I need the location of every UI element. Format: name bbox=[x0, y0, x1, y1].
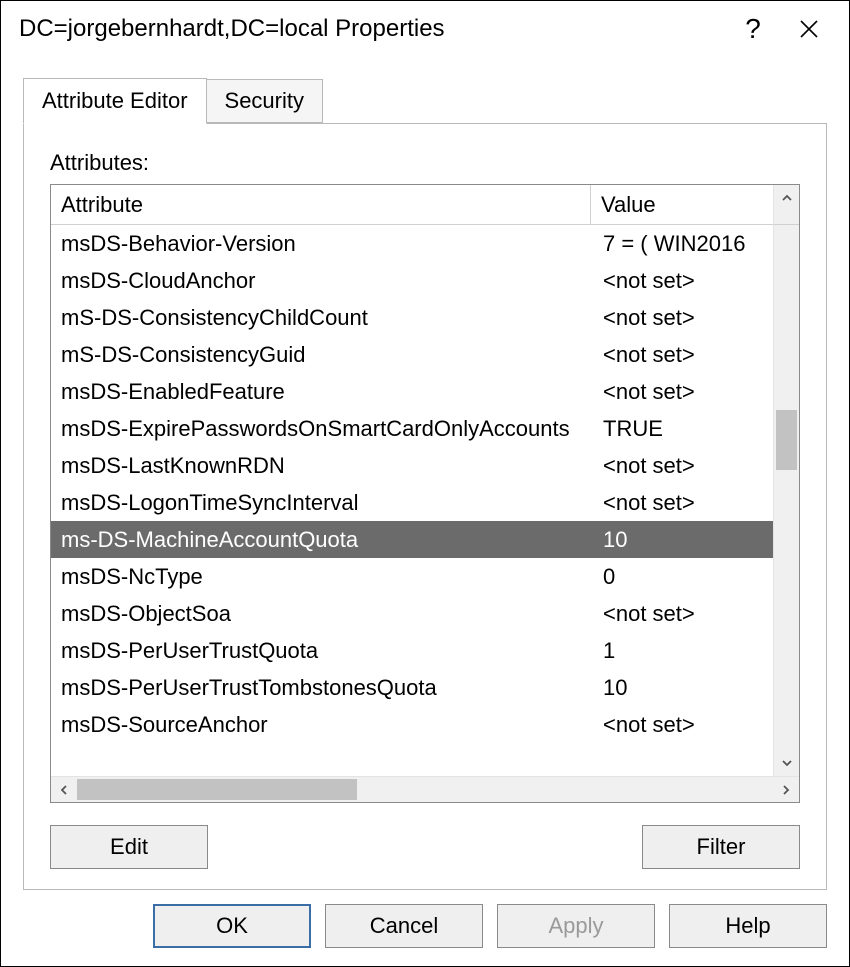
list-header: Attribute Value bbox=[51, 185, 799, 225]
cell-value: <not set> bbox=[597, 490, 773, 516]
list-body: msDS-Behavior-Version7 = ( WIN2016msDS-C… bbox=[51, 225, 773, 776]
dialog-button-row: OK Cancel Apply Help bbox=[1, 890, 849, 966]
table-row[interactable]: mS-DS-ConsistencyChildCount<not set> bbox=[51, 299, 773, 336]
chevron-right-icon bbox=[780, 784, 792, 796]
column-header-attribute[interactable]: Attribute bbox=[51, 185, 591, 225]
cell-attribute: msDS-LogonTimeSyncInterval bbox=[51, 490, 597, 516]
table-row[interactable]: msDS-PerUserTrustQuota1 bbox=[51, 632, 773, 669]
table-row[interactable]: msDS-EnabledFeature<not set> bbox=[51, 373, 773, 410]
tab-security[interactable]: Security bbox=[206, 79, 323, 123]
tabstrip: Attribute Editor Security bbox=[23, 79, 827, 123]
scroll-left-button[interactable] bbox=[51, 777, 77, 802]
apply-button[interactable]: Apply bbox=[497, 904, 655, 948]
tab-label: Security bbox=[225, 88, 304, 114]
cell-value: <not set> bbox=[597, 268, 773, 294]
ok-button[interactable]: OK bbox=[153, 904, 311, 948]
cell-attribute: msDS-PerUserTrustTombstonesQuota bbox=[51, 675, 597, 701]
cell-attribute: msDS-EnabledFeature bbox=[51, 379, 597, 405]
button-label: OK bbox=[216, 913, 248, 939]
cell-value: <not set> bbox=[597, 601, 773, 627]
table-row[interactable]: msDS-PerUserTrustTombstonesQuota10 bbox=[51, 669, 773, 706]
cell-attribute: msDS-CloudAnchor bbox=[51, 268, 597, 294]
cell-value: <not set> bbox=[597, 379, 773, 405]
cancel-button[interactable]: Cancel bbox=[325, 904, 483, 948]
attributes-label: Attributes: bbox=[50, 150, 800, 176]
hscroll-track[interactable] bbox=[77, 777, 773, 802]
table-row[interactable]: msDS-ObjectSoa<not set> bbox=[51, 595, 773, 632]
cell-attribute: msDS-ObjectSoa bbox=[51, 601, 597, 627]
table-row[interactable]: msDS-ExpirePasswordsOnSmartCardOnlyAccou… bbox=[51, 410, 773, 447]
table-row[interactable]: mS-DS-ConsistencyGuid<not set> bbox=[51, 336, 773, 373]
table-row[interactable]: msDS-LastKnownRDN<not set> bbox=[51, 447, 773, 484]
window-title: DC=jorgebernhardt,DC=local Properties bbox=[19, 15, 725, 43]
hscroll-thumb[interactable] bbox=[77, 779, 357, 800]
table-row[interactable]: msDS-CloudAnchor<not set> bbox=[51, 262, 773, 299]
cell-value: <not set> bbox=[597, 342, 773, 368]
cell-attribute: msDS-NcType bbox=[51, 564, 597, 590]
cell-value: <not set> bbox=[597, 305, 773, 331]
cell-attribute: msDS-ExpirePasswordsOnSmartCardOnlyAccou… bbox=[51, 416, 597, 442]
scroll-down-button[interactable] bbox=[774, 750, 799, 776]
table-row[interactable]: msDS-Behavior-Version7 = ( WIN2016 bbox=[51, 225, 773, 262]
cell-attribute: mS-DS-ConsistencyChildCount bbox=[51, 305, 597, 331]
chevron-down-icon bbox=[781, 757, 793, 769]
cell-attribute: msDS-Behavior-Version bbox=[51, 231, 597, 257]
cell-value: TRUE bbox=[597, 416, 773, 442]
help-button[interactable]: ? bbox=[725, 1, 781, 57]
attributes-listview[interactable]: Attribute Value msDS-Behavior-Version7 =… bbox=[50, 184, 800, 803]
table-row[interactable]: msDS-LogonTimeSyncInterval<not set> bbox=[51, 484, 773, 521]
tab-label: Attribute Editor bbox=[42, 88, 188, 114]
button-label: Apply bbox=[548, 913, 603, 939]
button-label: Cancel bbox=[370, 913, 438, 939]
cell-attribute: msDS-SourceAnchor bbox=[51, 712, 597, 738]
help-button[interactable]: Help bbox=[669, 904, 827, 948]
properties-dialog: DC=jorgebernhardt,DC=local Properties ? … bbox=[0, 0, 850, 967]
horizontal-scrollbar[interactable] bbox=[51, 776, 799, 802]
close-button[interactable] bbox=[781, 1, 837, 57]
close-icon bbox=[799, 19, 819, 39]
chevron-up-icon bbox=[781, 192, 793, 204]
cell-value: 0 bbox=[597, 564, 773, 590]
button-label: Filter bbox=[697, 834, 746, 860]
table-row[interactable]: msDS-NcType0 bbox=[51, 558, 773, 595]
cell-value: 1 bbox=[597, 638, 773, 664]
list-body-wrap: msDS-Behavior-Version7 = ( WIN2016msDS-C… bbox=[51, 225, 799, 776]
titlebar: DC=jorgebernhardt,DC=local Properties ? bbox=[1, 1, 849, 57]
cell-value: 7 = ( WIN2016 bbox=[597, 231, 773, 257]
column-header-value[interactable]: Value bbox=[591, 185, 773, 225]
cell-value: 10 bbox=[597, 675, 773, 701]
vertical-scrollbar[interactable] bbox=[773, 225, 799, 776]
panel-button-row: Edit Filter bbox=[50, 825, 800, 869]
cell-value: <not set> bbox=[597, 453, 773, 479]
cell-attribute: msDS-PerUserTrustQuota bbox=[51, 638, 597, 664]
button-label: Edit bbox=[110, 834, 148, 860]
cell-value: 10 bbox=[597, 527, 773, 553]
table-row[interactable]: ms-DS-MachineAccountQuota10 bbox=[51, 521, 773, 558]
table-row[interactable]: msDS-SourceAnchor<not set> bbox=[51, 706, 773, 743]
tab-container: Attribute Editor Security Attributes: At… bbox=[1, 57, 849, 890]
vscroll-track[interactable] bbox=[774, 225, 799, 750]
filter-button[interactable]: Filter bbox=[642, 825, 800, 869]
cell-attribute: msDS-LastKnownRDN bbox=[51, 453, 597, 479]
cell-attribute: mS-DS-ConsistencyGuid bbox=[51, 342, 597, 368]
cell-value: <not set> bbox=[597, 712, 773, 738]
tab-attribute-editor[interactable]: Attribute Editor bbox=[23, 78, 207, 124]
button-label: Help bbox=[725, 913, 770, 939]
scroll-up-button[interactable] bbox=[774, 185, 799, 211]
edit-button[interactable]: Edit bbox=[50, 825, 208, 869]
scroll-right-button[interactable] bbox=[773, 777, 799, 802]
chevron-left-icon bbox=[58, 784, 70, 796]
attribute-editor-panel: Attributes: Attribute Value msDS-Behavio… bbox=[23, 123, 827, 890]
vscroll-thumb[interactable] bbox=[776, 410, 797, 470]
cell-attribute: ms-DS-MachineAccountQuota bbox=[51, 527, 597, 553]
